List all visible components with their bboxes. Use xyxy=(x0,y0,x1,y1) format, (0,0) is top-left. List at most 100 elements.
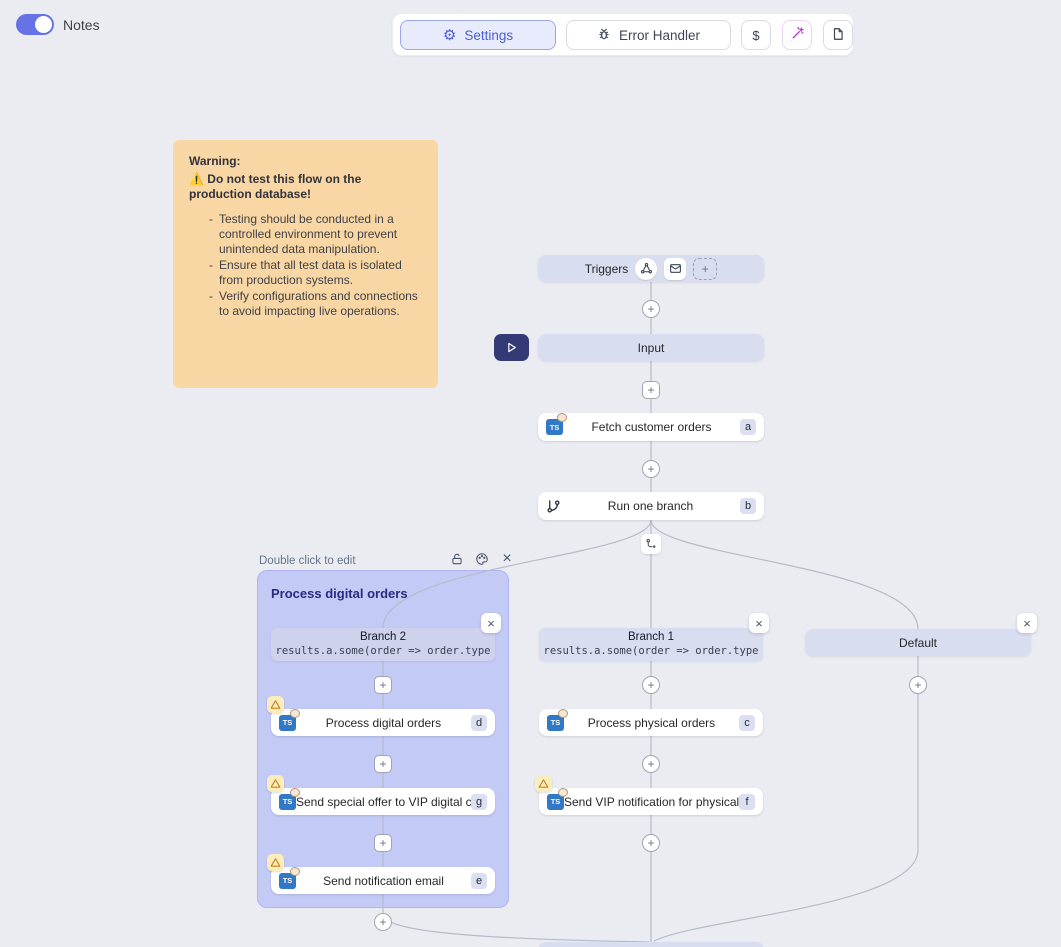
webhook-icon[interactable] xyxy=(635,258,657,280)
branch1-close-button[interactable]: × xyxy=(749,613,769,633)
add-step-button[interactable]: + xyxy=(374,755,392,773)
add-step-button[interactable]: + xyxy=(642,460,660,478)
step-id-badge: c xyxy=(739,715,755,731)
dollar-icon: $ xyxy=(752,28,759,43)
step-id-badge: b xyxy=(740,498,756,514)
add-step-button[interactable]: + xyxy=(374,676,392,694)
step-label: Send VIP notification for physical... xyxy=(564,795,739,809)
group-title: Process digital orders xyxy=(271,586,408,601)
add-step-button[interactable]: + xyxy=(642,834,660,852)
flow-editor-canvas[interactable]: Notes ⚙ Settings Error Handler $ xyxy=(0,0,1061,947)
billing-button[interactable]: $ xyxy=(741,20,771,50)
warning-badge[interactable] xyxy=(267,696,284,713)
add-step-button[interactable]: + xyxy=(374,913,392,931)
step-node-send-special-offer[interactable]: TS Send special offer to VIP digital c..… xyxy=(271,788,495,815)
group-hint: Double click to edit xyxy=(259,555,356,567)
step-id-badge: d xyxy=(471,715,487,731)
note-bullet: - Verify configurations and connections … xyxy=(209,289,422,319)
bun-runtime-icon xyxy=(558,709,568,718)
add-step-button[interactable]: + xyxy=(642,676,660,694)
step-node-fetch-customer-orders[interactable]: TS Fetch customer orders a xyxy=(538,413,764,441)
branch2-header[interactable]: Branch 2 results.a.some(order => order.t… xyxy=(271,628,495,661)
warning-emoji-icon: ⚠️ xyxy=(189,172,204,186)
gear-icon: ⚙ xyxy=(443,28,456,43)
play-icon xyxy=(505,341,518,354)
default-branch-node[interactable]: Default xyxy=(805,629,1031,656)
add-step-button[interactable]: + xyxy=(642,755,660,773)
default-branch-close-button[interactable]: × xyxy=(1017,613,1037,633)
step-label: Send special offer to VIP digital c... xyxy=(296,795,471,809)
bun-runtime-icon xyxy=(290,867,300,876)
branch1-title: Branch 1 xyxy=(628,631,674,645)
warning-note[interactable]: Warning: ⚠️ Do not test this flow on the… xyxy=(173,140,438,388)
warning-badge[interactable] xyxy=(267,775,284,792)
settings-label: Settings xyxy=(464,28,513,43)
typescript-icon: TS xyxy=(279,794,296,810)
note-title: Warning: xyxy=(189,154,422,170)
magic-wand-icon xyxy=(790,26,805,44)
group-hint-row: Double click to edit × xyxy=(259,551,509,569)
branch-split-icon xyxy=(641,534,661,554)
warning-triangle-icon xyxy=(538,778,549,789)
run-flow-button[interactable] xyxy=(494,334,529,361)
step-id-badge: a xyxy=(740,419,756,435)
step-label: Send notification email xyxy=(296,874,471,888)
triggers-node[interactable]: Triggers + xyxy=(538,255,764,282)
add-step-button[interactable]: + xyxy=(374,834,392,852)
step-node-send-notification-email[interactable]: TS Send notification email e xyxy=(271,867,495,894)
branch1-expression: results.a.some(order => order.type xyxy=(544,645,759,658)
toggle-knob xyxy=(35,16,52,33)
step-label: Fetch customer orders xyxy=(563,420,740,434)
typescript-icon: TS xyxy=(279,873,296,889)
branch2-expression: results.a.some(order => order.type xyxy=(276,645,491,658)
add-step-button[interactable]: + xyxy=(642,300,660,318)
email-trigger-icon[interactable] xyxy=(664,258,686,280)
warning-badge[interactable] xyxy=(267,854,284,871)
input-node[interactable]: Input xyxy=(538,334,764,361)
add-trigger-button[interactable]: + xyxy=(693,258,717,280)
bug-icon xyxy=(597,27,611,44)
add-step-button[interactable]: + xyxy=(642,381,660,399)
bullet-dash: - xyxy=(209,212,213,257)
ai-wand-button[interactable] xyxy=(782,20,812,50)
unlock-icon[interactable] xyxy=(449,551,465,567)
flow-connectors xyxy=(0,0,1061,947)
note-alert-text: Do not test this flow on the production … xyxy=(189,172,361,202)
error-handler-button[interactable]: Error Handler xyxy=(566,20,731,50)
default-branch-label: Default xyxy=(899,636,937,650)
add-step-button[interactable]: + xyxy=(909,676,927,694)
typescript-icon: TS xyxy=(547,794,564,810)
branch1-header[interactable]: Branch 1 results.a.some(order => order.t… xyxy=(539,628,763,661)
merge-node-partial[interactable] xyxy=(538,942,764,947)
step-label: Process digital orders xyxy=(296,716,471,730)
input-label: Input xyxy=(638,341,665,355)
bun-runtime-icon xyxy=(290,709,300,718)
palette-icon[interactable] xyxy=(474,551,490,567)
document-button[interactable] xyxy=(823,20,853,50)
notes-toggle-group: Notes xyxy=(16,14,100,35)
branch2-close-button[interactable]: × xyxy=(481,613,501,633)
error-handler-label: Error Handler xyxy=(619,28,700,43)
bun-runtime-icon xyxy=(558,788,568,797)
top-toolbar: ⚙ Settings Error Handler $ xyxy=(392,13,854,56)
step-id-badge: f xyxy=(739,794,755,810)
group-box-process-digital-orders[interactable] xyxy=(257,570,509,908)
group-close-icon[interactable]: × xyxy=(499,551,515,567)
step-node-process-physical-orders[interactable]: TS Process physical orders c xyxy=(539,709,763,736)
document-icon xyxy=(831,27,845,44)
warning-triangle-icon xyxy=(270,699,281,710)
typescript-icon: TS xyxy=(547,715,564,731)
step-node-process-digital-orders[interactable]: TS Process digital orders d xyxy=(271,709,495,736)
step-node-run-one-branch[interactable]: Run one branch b xyxy=(538,492,764,520)
settings-button[interactable]: ⚙ Settings xyxy=(400,20,556,50)
note-bullet: - Testing should be conducted in a contr… xyxy=(209,212,422,257)
notes-toggle[interactable] xyxy=(16,14,54,35)
note-bullet-list: - Testing should be conducted in a contr… xyxy=(189,212,422,320)
typescript-icon: TS xyxy=(546,419,563,435)
warning-badge[interactable] xyxy=(535,775,552,792)
bullet-dash: - xyxy=(209,258,213,288)
bullet-dash: - xyxy=(209,289,213,319)
bun-runtime-icon xyxy=(557,413,567,422)
step-node-send-vip-notification[interactable]: TS Send VIP notification for physical...… xyxy=(539,788,763,815)
notes-label: Notes xyxy=(63,17,100,33)
